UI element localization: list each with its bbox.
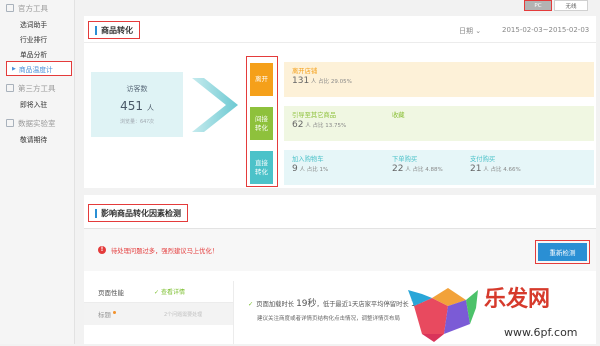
sidebar-item-label: 行业排行 xyxy=(20,35,48,44)
metric-label: 离开店铺 xyxy=(292,68,318,75)
conversion-row: 离开店铺 131 人 占比 29.05% xyxy=(284,62,594,97)
puzzle-icon xyxy=(6,84,14,92)
sidebar-section-title: 官方工具 xyxy=(18,3,48,13)
sidebar-section-title: 数据实验室 xyxy=(18,118,56,128)
metric-share: 人 占比 1% xyxy=(297,167,329,173)
chevron-down-icon: ⌄ xyxy=(475,27,482,35)
conversion-panel: 商品转化 日期 ⌄ 2015-02-03~2015-02-03 访客数 451 … xyxy=(84,16,596,188)
svg-text:www.6pf.com: www.6pf.com xyxy=(504,326,578,339)
sidebar-item-stay-tuned[interactable]: 敬请期待 xyxy=(0,131,74,146)
metric-label: 支付购买 xyxy=(470,156,496,163)
tab-status: 查看详情 xyxy=(160,289,185,296)
metric-number: 22 xyxy=(392,164,404,174)
date-filter-label[interactable]: 日期 ⌄ xyxy=(459,26,481,36)
notification-dot-icon xyxy=(113,310,116,314)
detail-load-time: ✓页面加载时长 19秒，低于最近1天店家平均停留时长 10 xyxy=(248,299,422,309)
category-leave: 离开 xyxy=(250,63,273,96)
visitors-label: 访客数 xyxy=(126,85,148,93)
shield-icon xyxy=(6,4,14,12)
tab-page-performance[interactable]: 页面性能 ✓ 查看详情 xyxy=(84,281,233,303)
wireless-toggle-button[interactable]: 无线 xyxy=(554,0,588,11)
divider xyxy=(84,42,596,43)
visitors-value: 451 人 xyxy=(120,99,154,113)
date-range: 2015-02-03~2015-02-03 xyxy=(502,26,590,34)
conversion-row: 加入购物车 9 人 占比 1% 下单购买 22 人 占比 4.88% 支付购买 21 人 … xyxy=(284,150,594,185)
metric-share: 人 占比 29.05% xyxy=(309,79,352,85)
detail-suggestion: 建议关注商度或者详情页结构化点击情况，调整详情页布局 xyxy=(257,316,401,322)
sidebar-item-label: 单品分析 xyxy=(20,50,48,59)
check-circle-icon: ✓ xyxy=(248,301,254,308)
metric-value: 9 人 占比 1% xyxy=(292,164,328,174)
recheck-button[interactable]: 重新检测 xyxy=(538,243,587,261)
check-circle-icon: ✓ 查看详情 xyxy=(154,289,185,296)
sidebar-section-title: 第三方工具 xyxy=(18,83,56,93)
sidebar: 官方工具选词助手行业排行单品分析 ▶ 商品温度计第三方工具即将入驻数据实验室敬请期待 xyxy=(0,0,75,344)
bull-logo-icon: 乐发网 www.6pf.com xyxy=(408,286,578,342)
conversion-categories: 离开间接 转化直接 转化 xyxy=(246,56,278,187)
category-direct: 直接 转化 xyxy=(250,151,273,184)
factor-tabs: 页面性能 ✓ 查看详情 标题 2个问题需要处理 xyxy=(84,281,234,344)
metric-label: 下单购买 xyxy=(392,156,418,163)
metric-value: 22 人 占比 4.88% xyxy=(392,164,443,174)
sidebar-section-header: 官方工具 xyxy=(0,0,74,16)
factors-title: 影响商品转化因素检测 xyxy=(88,204,188,222)
metric-value: 131 人 占比 29.05% xyxy=(292,76,352,86)
metric-share: 人 占比 4.66% xyxy=(481,167,521,173)
tab-label: 页面性能 xyxy=(98,288,124,297)
sidebar-section-header: 数据实验室 xyxy=(0,115,74,131)
caret-right-icon: ▶ xyxy=(12,65,16,72)
metric-value: 62 人 占比 13.75% xyxy=(292,120,346,130)
metric-number: 62 xyxy=(292,120,304,130)
sidebar-item-keyword-helper[interactable]: 选词助手 xyxy=(0,16,74,31)
sidebar-item-product-thermometer[interactable]: ▶ 商品温度计 xyxy=(6,61,72,76)
metric-share: 人 占比 4.88% xyxy=(403,167,443,173)
sidebar-item-label: 即将入驻 xyxy=(20,100,48,109)
pageviews-value: 浏览量：64?次 xyxy=(119,119,155,125)
flow-arrow-icon xyxy=(192,78,238,132)
metric-share: 人 占比 13.75% xyxy=(303,123,347,129)
sidebar-item-item-analysis[interactable]: 单品分析 xyxy=(0,46,74,61)
warning-text: 待处理问题过多，强烈建议马上优化！ xyxy=(111,248,219,255)
sidebar-item-industry-rank[interactable]: 行业排行 xyxy=(0,31,74,46)
watermark-logo: 乐发网 www.6pf.com xyxy=(404,276,600,344)
category-indirect: 间接 转化 xyxy=(250,107,273,140)
metric-value: 21 人 占比 4.66% xyxy=(470,164,521,174)
metric-number: 131 xyxy=(292,76,310,86)
sidebar-item-label: 商品温度计 xyxy=(18,65,53,74)
warning-icon: ! xyxy=(98,246,106,254)
metric-label: 加入购物车 xyxy=(292,156,324,163)
recheck-button-frame: 重新检测 xyxy=(535,240,590,264)
sidebar-section-header: 第三方工具 xyxy=(0,80,74,96)
flask-icon xyxy=(6,119,14,127)
svg-text:乐发网: 乐发网 xyxy=(484,286,550,312)
tab-status: 2个问题需要处理 xyxy=(164,311,203,318)
warning-bar: ! 待处理问题过多，强烈建议马上优化！ xyxy=(84,229,596,271)
metric-label: 引导至其它商品 xyxy=(292,112,337,119)
visitors-card: 访客数 451 人 浏览量：64?次 xyxy=(91,72,183,137)
metric-label: 收藏 xyxy=(392,112,405,119)
conversion-title: 商品转化 xyxy=(88,21,140,39)
sidebar-item-label: 选词助手 xyxy=(20,20,48,29)
pc-toggle-button[interactable]: PC xyxy=(524,0,552,11)
top-toolbar: PC 无线 xyxy=(75,0,600,14)
tab-title[interactable]: 标题 2个问题需要处理 xyxy=(84,303,233,325)
sidebar-item-label: 敬请期待 xyxy=(20,135,48,144)
sidebar-item-coming-soon[interactable]: 即将入驻 xyxy=(0,96,74,111)
metric-number: 21 xyxy=(470,164,482,174)
tab-label: 标题 xyxy=(98,311,111,319)
conversion-row: 引导至其它商品 62 人 占比 13.75% 收藏 xyxy=(284,106,594,141)
